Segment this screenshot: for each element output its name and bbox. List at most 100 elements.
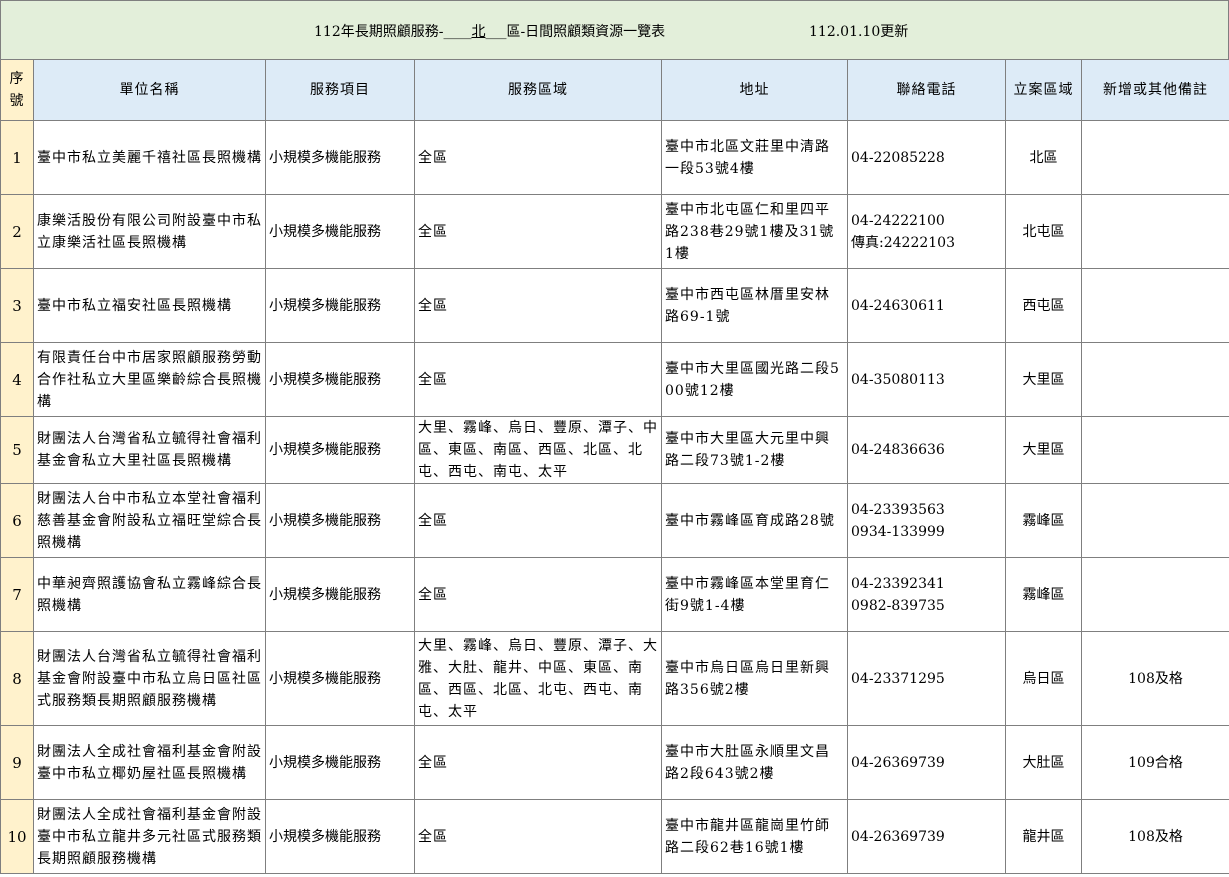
seq-cell: 6	[0, 483, 34, 558]
seq-cell: 9	[0, 725, 34, 800]
service-cell: 小規模多機能服務	[265, 120, 415, 195]
table-row: 10 財團法人全成社會福利基金會附設臺中市私立龍井多元社區式服務類長期照顧服務機構…	[0, 799, 1229, 874]
header-seq: 序號	[0, 59, 34, 121]
note-cell	[1081, 194, 1229, 269]
area-cell: 大里、霧峰、烏日、豐原、潭子、大雅、大肚、龍井、中區、東區、南區、西區、北區、北…	[414, 631, 662, 726]
registered-cell: 烏日區	[1005, 631, 1082, 726]
service-cell: 小規模多機能服務	[265, 725, 415, 800]
address-cell: 臺中市霧峰區育成路28號	[661, 483, 848, 558]
title-suffix: 區-日間照顧類資源一覽表	[506, 24, 666, 40]
service-cell: 小規模多機能服務	[265, 194, 415, 269]
address-cell: 臺中市大里區國光路二段500號12樓	[661, 342, 848, 417]
service-cell: 小規模多機能服務	[265, 799, 415, 874]
phone-cell: 04-24630611	[847, 268, 1006, 343]
phone-cell: 04-23392341 0982-839735	[847, 557, 1006, 632]
note-cell	[1081, 557, 1229, 632]
address-cell: 臺中市大里區大元里中興路二段73號1-2樓	[661, 416, 848, 484]
area-cell: 大里、霧峰、烏日、豐原、潭子、中區、東區、南區、西區、北區、北屯、西屯、南屯、太…	[414, 416, 662, 484]
registered-cell: 霧峰區	[1005, 483, 1082, 558]
area-cell: 全區	[414, 725, 662, 800]
title-prefix: 112年長期照顧服務-	[314, 24, 444, 40]
seq-cell: 10	[0, 799, 34, 874]
name-cell: 財團法人全成社會福利基金會附設臺中市私立椰奶屋社區長照機構	[33, 725, 266, 800]
service-cell: 小規模多機能服務	[265, 631, 415, 726]
phone-cell: 04-24222100 傳真:24222103	[847, 194, 1006, 269]
note-cell: 108及格	[1081, 799, 1229, 874]
area-cell: 全區	[414, 194, 662, 269]
note-cell	[1081, 342, 1229, 417]
table-row: 5 財團法人台灣省私立毓得社會福利基金會私立大里社區長照機構 小規模多機能服務 大里、…	[0, 416, 1229, 484]
note-cell: 109合格	[1081, 725, 1229, 800]
spreadsheet: 112年長期照顧服務-____北___區-日間照顧類資源一覽表 112.01.1…	[0, 0, 1229, 877]
phone-cell: 04-35080113	[847, 342, 1006, 417]
address-cell: 臺中市北區文莊里中清路一段53號4樓	[661, 120, 848, 195]
seq-cell: 1	[0, 120, 34, 195]
resource-table: 序號 單位名稱 服務項目 服務區域 地址 聯絡電話 立案區域 新增或其他備註 1…	[0, 59, 1229, 874]
title-district: 北	[471, 24, 486, 40]
registered-cell: 北區	[1005, 120, 1082, 195]
area-cell: 全區	[414, 268, 662, 343]
address-cell: 臺中市北屯區仁和里四平路238巷29號1樓及31號1樓	[661, 194, 848, 269]
name-cell: 臺中市私立美麗千禧社區長照機構	[33, 120, 266, 195]
table-row: 3 臺中市私立福安社區長照機構 小規模多機能服務 全區 臺中市西屯區林厝里安林路69-1…	[0, 268, 1229, 343]
phone-cell: 04-26369739	[847, 799, 1006, 874]
header-area: 服務區域	[414, 59, 662, 121]
header-row: 序號 單位名稱 服務項目 服務區域 地址 聯絡電話 立案區域 新增或其他備註	[0, 59, 1229, 121]
seq-cell: 3	[0, 268, 34, 343]
header-note: 新增或其他備註	[1081, 59, 1229, 121]
service-cell: 小規模多機能服務	[265, 342, 415, 417]
name-cell: 中華昶齊照護協會私立霧峰綜合長照機構	[33, 557, 266, 632]
header-name: 單位名稱	[33, 59, 266, 121]
area-cell: 全區	[414, 483, 662, 558]
registered-cell: 龍井區	[1005, 799, 1082, 874]
note-cell	[1081, 483, 1229, 558]
registered-cell: 西屯區	[1005, 268, 1082, 343]
area-cell: 全區	[414, 342, 662, 417]
sheet-title: 112年長期照顧服務-____北___區-日間照顧類資源一覽表	[314, 21, 665, 41]
seq-cell: 8	[0, 631, 34, 726]
registered-cell: 大肚區	[1005, 725, 1082, 800]
seq-cell: 7	[0, 557, 34, 632]
header-registered: 立案區域	[1005, 59, 1082, 121]
address-cell: 臺中市龍井區龍崗里竹師路二段62巷16號1樓	[661, 799, 848, 874]
area-cell: 全區	[414, 120, 662, 195]
table-row: 8 財團法人台灣省私立毓得社會福利基金會附設臺中市私立烏日區社區式服務類長期照顧服…	[0, 631, 1229, 726]
registered-cell: 大里區	[1005, 342, 1082, 417]
table-row: 9 財團法人全成社會福利基金會附設臺中市私立椰奶屋社區長照機構 小規模多機能服務 全區…	[0, 725, 1229, 800]
service-cell: 小規模多機能服務	[265, 416, 415, 484]
service-cell: 小規模多機能服務	[265, 483, 415, 558]
phone-cell: 04-23371295	[847, 631, 1006, 726]
registered-cell: 霧峰區	[1005, 557, 1082, 632]
update-date: 112.01.10更新	[809, 24, 909, 40]
phone-cell: 04-22085228	[847, 120, 1006, 195]
note-cell	[1081, 416, 1229, 484]
address-cell: 臺中市霧峰區本堂里育仁街9號1-4樓	[661, 557, 848, 632]
phone-cell: 04-23393563 0934-133999	[847, 483, 1006, 558]
title-bar: 112年長期照顧服務-____北___區-日間照顧類資源一覽表 112.01.1…	[0, 0, 1229, 60]
name-cell: 臺中市私立福安社區長照機構	[33, 268, 266, 343]
seq-cell: 5	[0, 416, 34, 484]
header-phone: 聯絡電話	[847, 59, 1006, 121]
phone-cell: 04-26369739	[847, 725, 1006, 800]
service-cell: 小規模多機能服務	[265, 268, 415, 343]
seq-cell: 2	[0, 194, 34, 269]
name-cell: 財團法人台中市私立本堂社會福利慈善基金會附設私立福旺堂綜合長照機構	[33, 483, 266, 558]
phone-cell: 04-24836636	[847, 416, 1006, 484]
service-cell: 小規模多機能服務	[265, 557, 415, 632]
table-row: 4 有限責任台中市居家照顧服務勞動合作社私立大里區樂齡綜合長照機構 小規模多機能服務…	[0, 342, 1229, 417]
area-cell: 全區	[414, 799, 662, 874]
name-cell: 財團法人全成社會福利基金會附設臺中市私立龍井多元社區式服務類長期照顧服務機構	[33, 799, 266, 874]
address-cell: 臺中市西屯區林厝里安林路69-1號	[661, 268, 848, 343]
address-cell: 臺中市烏日區烏日里新興路356號2樓	[661, 631, 848, 726]
area-cell: 全區	[414, 557, 662, 632]
header-service: 服務項目	[265, 59, 415, 121]
header-address: 地址	[661, 59, 848, 121]
table-row: 7 中華昶齊照護協會私立霧峰綜合長照機構 小規模多機能服務 全區 臺中市霧峰區本堂里育仁…	[0, 557, 1229, 632]
title-blank: ____	[443, 24, 472, 40]
registered-cell: 大里區	[1005, 416, 1082, 484]
note-cell	[1081, 120, 1229, 195]
name-cell: 有限責任台中市居家照顧服務勞動合作社私立大里區樂齡綜合長照機構	[33, 342, 266, 417]
table-row: 6 財團法人台中市私立本堂社會福利慈善基金會附設私立福旺堂綜合長照機構 小規模多機能…	[0, 483, 1229, 558]
table-row: 2 康樂活股份有限公司附設臺中市私立康樂活社區長照機構 小規模多機能服務 全區 臺中市北…	[0, 194, 1229, 269]
table-row: 1 臺中市私立美麗千禧社區長照機構 小規模多機能服務 全區 臺中市北區文莊里中清路一段5…	[0, 120, 1229, 195]
